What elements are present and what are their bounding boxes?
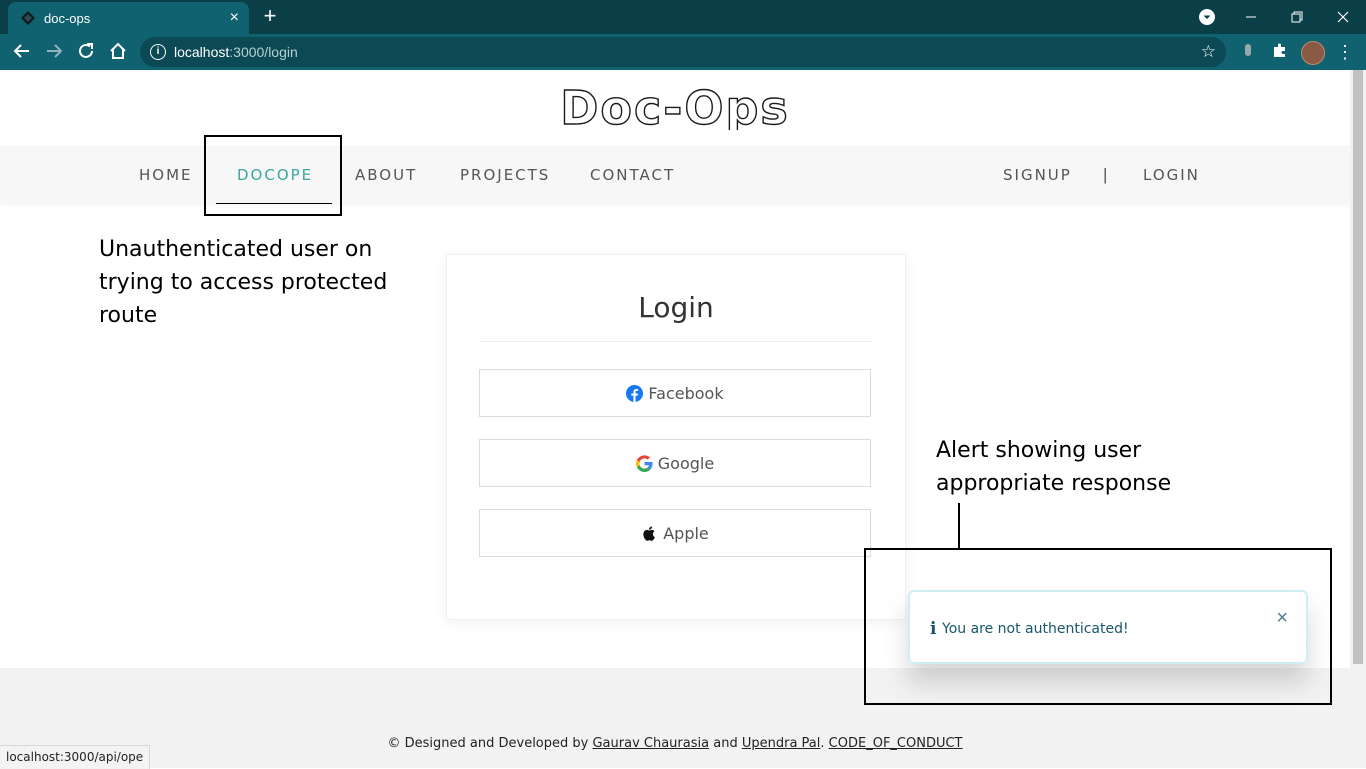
tab-search-icon[interactable] [1199,9,1215,25]
annotation-underline [216,203,332,204]
google-icon [635,454,653,472]
extension-icon[interactable] [1238,42,1258,62]
annotation-box-alert [864,548,1332,705]
svg-text:Doc-Ops: Doc-Ops [560,84,790,130]
annotation-pointer-line [958,503,960,549]
browser-menu-icon[interactable]: ⋮ [1336,40,1354,64]
nav-separator: | [1103,165,1108,184]
puzzle-extensions-icon[interactable] [1270,42,1290,62]
address-url: localhost:3000/login [174,44,298,60]
page-viewport: Doc-Ops HOME DOCOPE ABOUT PROJECTS CONTA… [0,70,1350,768]
back-icon[interactable] [12,42,32,62]
forward-icon[interactable] [44,42,64,62]
bookmark-star-icon[interactable]: ☆ [1201,42,1216,62]
nav-home[interactable]: HOME [139,166,193,184]
nav-about[interactable]: ABOUT [355,166,417,184]
apple-icon [643,525,656,541]
page-scrollbar[interactable] [1350,70,1366,768]
nav-login[interactable]: LOGIN [1143,166,1200,184]
footer-credits: © Designed and Developed by Gaurav Chaur… [387,736,963,751]
browser-tab-bar: doc-ops × + [0,0,1366,34]
scrollbar-thumb[interactable] [1353,70,1363,664]
close-window-icon[interactable] [1320,0,1366,34]
login-title: Login [638,291,714,324]
site-logo[interactable]: Doc-Ops [540,84,810,130]
author-link-upendra[interactable]: Upendra Pal [742,736,821,751]
login-card: Login Facebook Google Apple [446,254,906,620]
google-login-button[interactable]: Google [479,439,871,487]
profile-avatar[interactable] [1301,41,1325,65]
nav-signup[interactable]: SIGNUP [1003,166,1072,184]
main-nav: HOME DOCOPE ABOUT PROJECTS CONTACT SIGNU… [0,146,1350,204]
browser-tab[interactable]: doc-ops × [8,2,249,34]
code-of-conduct-link[interactable]: CODE_OF_CONDUCT [829,736,963,751]
new-tab-button[interactable]: + [258,4,282,28]
author-link-gaurav[interactable]: Gaurav Chaurasia [592,736,709,751]
annotation-right-text: Alert showing user appropriate response [936,438,1172,496]
apple-login-button[interactable]: Apple [479,509,871,557]
minimize-icon[interactable] [1228,0,1274,34]
facebook-label: Facebook [648,383,724,403]
restore-icon[interactable] [1274,0,1320,34]
google-label: Google [657,453,715,473]
address-bar[interactable]: i localhost:3000/login ☆ [140,37,1226,67]
reload-icon[interactable] [76,42,96,62]
apple-label: Apple [663,523,709,543]
browser-toolbar: i localhost:3000/login ☆ [0,34,1366,70]
nav-projects[interactable]: PROJECTS [460,166,550,184]
annotation-box-nav [204,135,342,216]
site-info-icon[interactable]: i [150,44,166,60]
tab-title: doc-ops [44,11,91,26]
nav-contact[interactable]: CONTACT [590,166,675,184]
status-bar-url: localhost:3000/api/ope [0,745,151,769]
facebook-login-button[interactable]: Facebook [479,369,871,417]
tab-close-icon[interactable]: × [230,8,239,28]
docops-favicon-icon [21,11,35,25]
facebook-icon [626,384,644,402]
annotation-left-text: Unauthenticated user on trying to access… [99,237,388,328]
home-icon[interactable] [108,42,128,62]
card-divider [479,341,873,342]
